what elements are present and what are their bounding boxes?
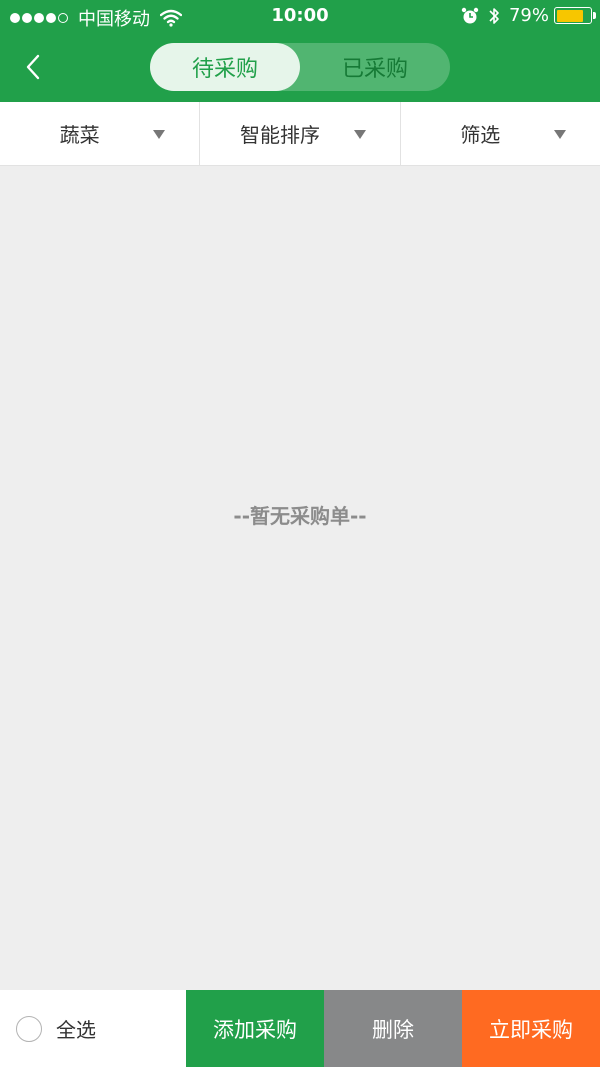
nav-bar: 待采购 已采购	[0, 34, 600, 102]
filter-bar: 蔬菜 智能排序 筛选	[0, 102, 600, 166]
empty-state-message: --暂无采购单--	[233, 504, 367, 528]
category-filter[interactable]: 蔬菜	[0, 102, 199, 165]
battery-fill	[556, 9, 583, 22]
delete-button[interactable]: 删除	[324, 990, 462, 1067]
back-button[interactable]	[18, 50, 48, 84]
select-all-label: 全选	[56, 1018, 96, 1042]
battery-percent: 79%	[508, 5, 549, 26]
add-purchase-button[interactable]: 添加采购	[186, 990, 324, 1067]
bluetooth-icon	[489, 7, 499, 24]
sort-filter[interactable]: 智能排序	[199, 102, 399, 165]
alarm-clock-icon	[461, 7, 479, 23]
select-all-toggle[interactable]: 全选	[0, 990, 186, 1067]
screen-filter-label: 筛选	[460, 123, 501, 147]
caret-down-icon	[153, 130, 166, 139]
tab-pending-purchase[interactable]: 待采购	[150, 43, 300, 91]
battery-icon	[554, 7, 596, 24]
status-right: 79%	[461, 5, 596, 26]
status-bar: 中国移动 10:00 79%	[0, 0, 600, 34]
screen-filter[interactable]: 筛选	[399, 102, 600, 165]
app-header: 中国移动 10:00 79% 待采购 已采购	[0, 0, 600, 102]
radio-unchecked-icon[interactable]	[16, 1015, 42, 1042]
category-filter-label: 蔬菜	[59, 123, 100, 147]
tab-purchased[interactable]: 已采购	[300, 43, 450, 91]
caret-down-icon	[353, 130, 366, 139]
bottom-action-bar: 全选 添加采购 删除 立即采购	[0, 990, 600, 1067]
caret-down-icon	[553, 130, 566, 139]
purchase-status-switch: 待采购 已采购	[150, 43, 450, 91]
chevron-left-icon	[26, 54, 40, 80]
sort-filter-label: 智能排序	[239, 123, 320, 147]
buy-now-button[interactable]: 立即采购	[462, 990, 600, 1067]
